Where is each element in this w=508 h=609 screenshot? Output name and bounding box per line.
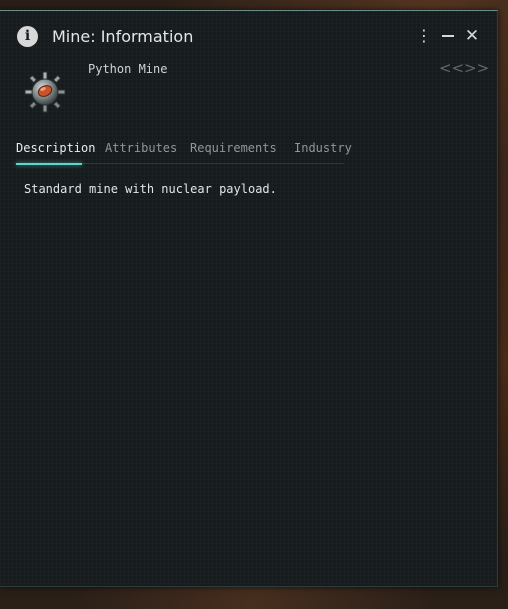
description-text: Standard mine with nuclear payload. — [24, 182, 277, 196]
active-tab-indicator — [16, 163, 82, 165]
info-icon: i — [17, 26, 38, 47]
minimize-icon — [442, 35, 454, 37]
forward-button[interactable]: >> — [464, 59, 489, 77]
window-title: Mine: Information — [52, 27, 194, 46]
tab-label: Description — [16, 141, 96, 155]
tab-requirements[interactable]: Requirements — [190, 139, 277, 163]
information-window: i Mine: Information ⋮ ✕ Python Mine << >… — [0, 10, 498, 587]
more-options-icon[interactable]: ⋮ — [415, 25, 433, 47]
minimize-button[interactable] — [439, 25, 457, 47]
close-button[interactable]: ✕ — [463, 25, 481, 47]
tab-label: Industry — [294, 141, 352, 155]
tab-attributes[interactable]: Attributes — [105, 139, 177, 163]
tab-label: Attributes — [105, 141, 178, 155]
tab-bar: Description Attributes Requirements Indu… — [15, 139, 352, 165]
tab-industry[interactable]: Industry — [294, 139, 352, 163]
back-button[interactable]: << — [439, 59, 464, 77]
tab-label: Requirements — [190, 141, 277, 155]
item-name: Python Mine — [88, 62, 168, 76]
mine-icon — [24, 71, 66, 113]
tab-description[interactable]: Description — [16, 139, 96, 165]
